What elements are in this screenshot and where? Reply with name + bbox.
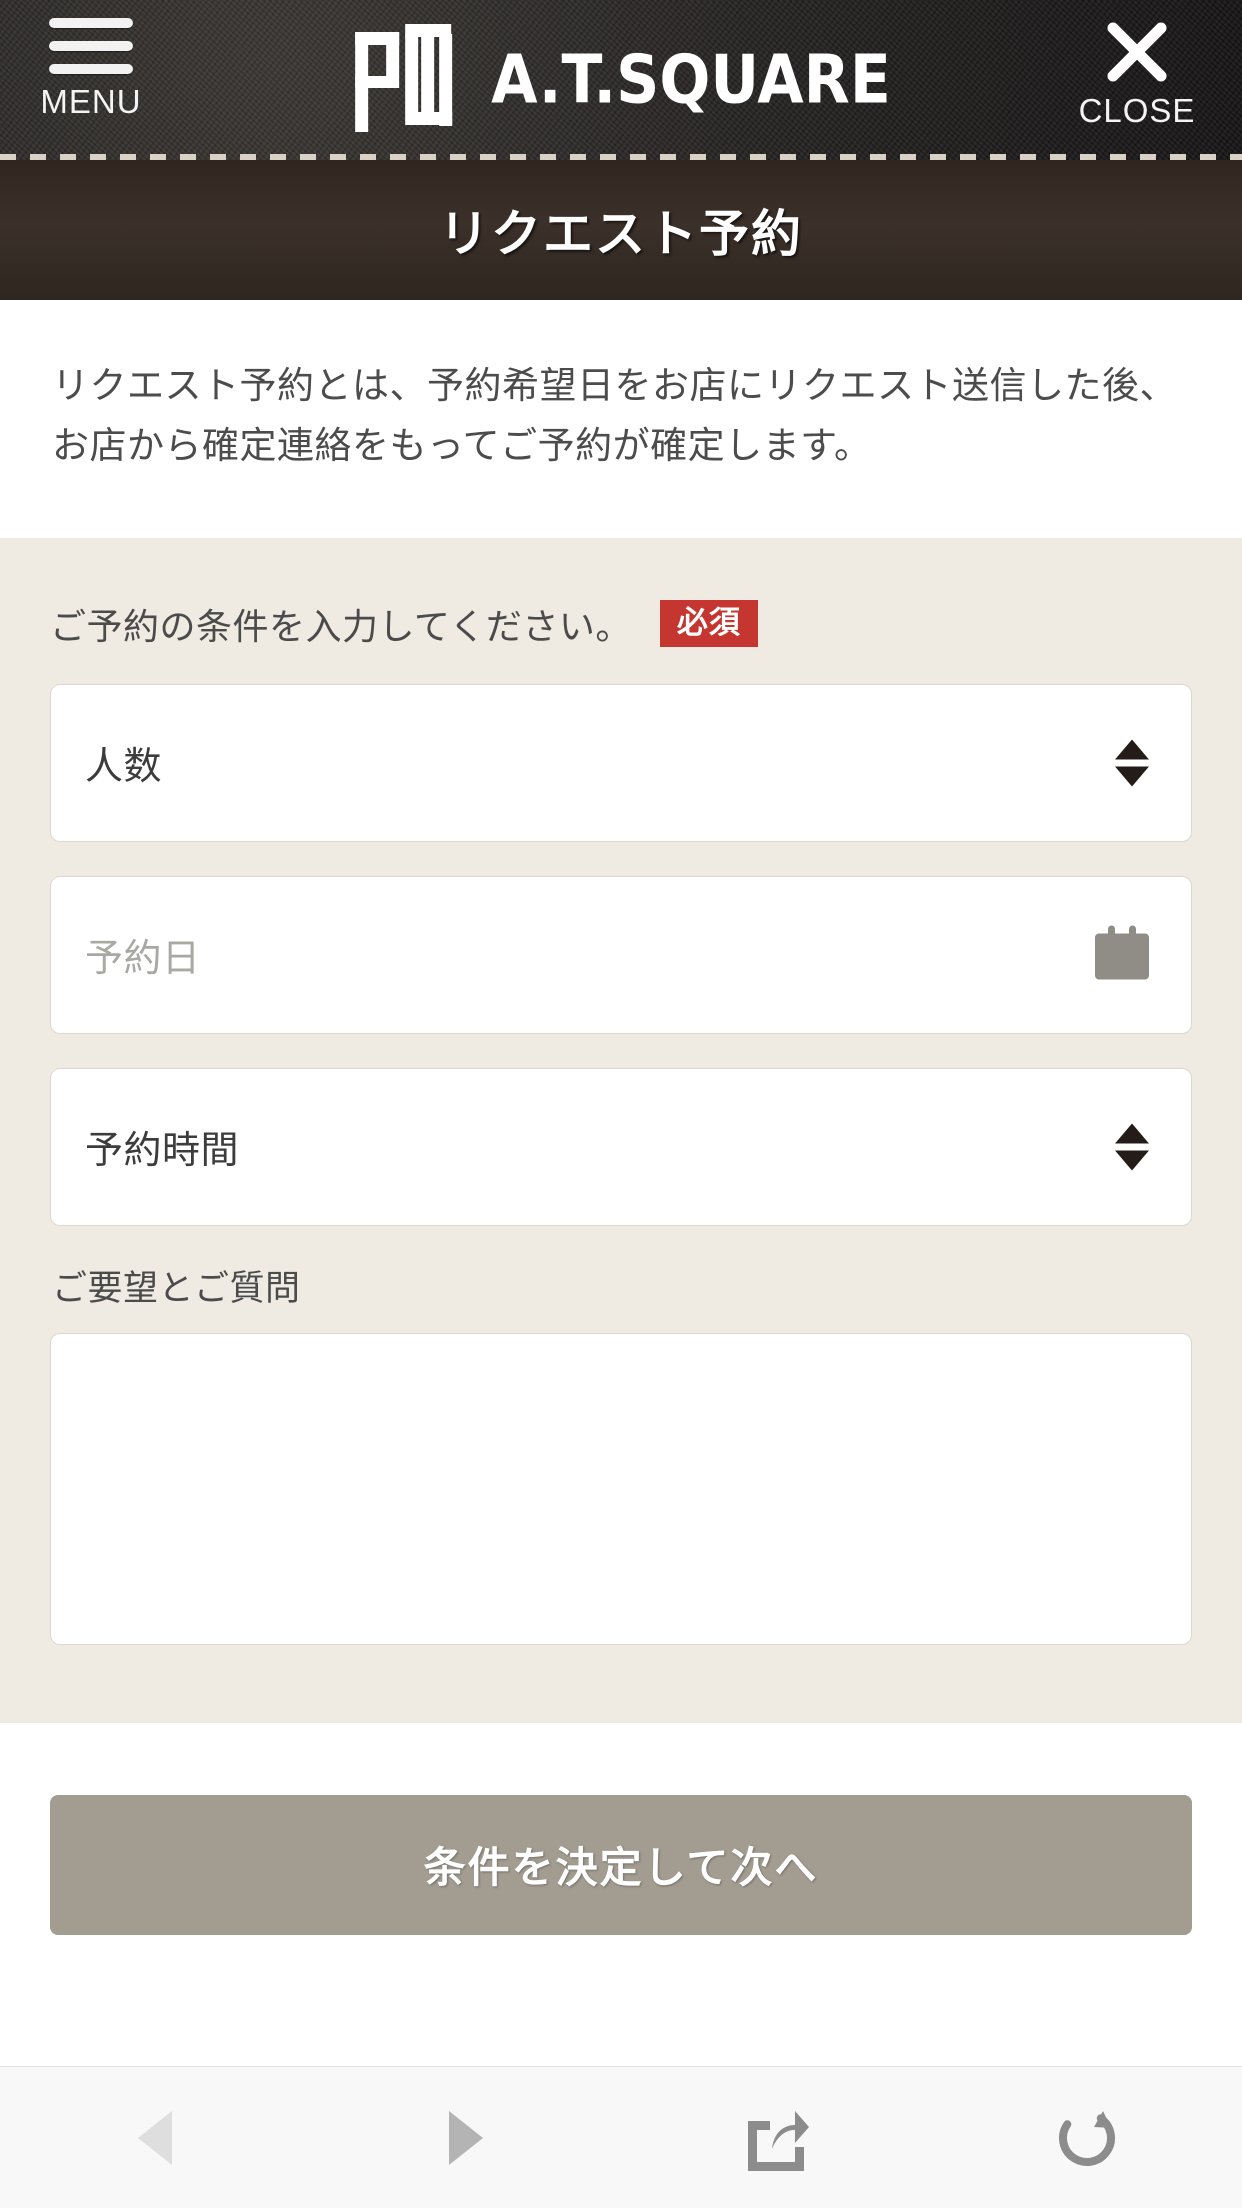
intro-text: リクエスト予約とは、予約希望日をお店にリクエスト送信した後、お店から確定連絡をも… xyxy=(52,365,1177,466)
close-button-label: CLOSE xyxy=(1078,92,1196,129)
page-title-band: リクエスト予約 xyxy=(0,160,1242,300)
close-icon xyxy=(1107,22,1167,82)
site-header: MENU A.T.SQUARE CLOSE xyxy=(0,0,1242,160)
reservation-date-input[interactable]: 予約日 xyxy=(50,875,1192,1034)
requests-textarea[interactable] xyxy=(50,1332,1192,1645)
brand-text: A.T.SQUARE xyxy=(491,40,891,120)
browser-toolbar xyxy=(0,2066,1242,2208)
intro-section: リクエスト予約とは、予約希望日をお店にリクエスト送信した後、お店から確定連絡をも… xyxy=(0,300,1242,538)
app-screen: MENU A.T.SQUARE CLOSE リクエスト予約 リクエスト予約とは、… xyxy=(0,0,1242,2208)
requests-label: ご要望とご質問 xyxy=(52,1268,301,1308)
hamburger-icon xyxy=(49,18,133,74)
calendar-icon[interactable] xyxy=(1093,923,1151,986)
at-monogram-logo-icon xyxy=(355,24,453,132)
submit-section: 条件を決定して次へ xyxy=(0,1722,1242,2009)
back-triangle-icon xyxy=(138,2110,173,2165)
reservation-time-select[interactable]: 予約時間 xyxy=(50,1067,1192,1226)
reload-button[interactable] xyxy=(932,2067,1242,2208)
required-badge: 必須 xyxy=(659,600,758,648)
reload-icon xyxy=(1058,2110,1115,2166)
reservation-time-stepper-icon[interactable] xyxy=(1115,1123,1149,1171)
forward-button[interactable] xyxy=(311,2067,622,2208)
menu-button[interactable]: MENU xyxy=(30,18,152,118)
share-button[interactable] xyxy=(621,2067,932,2208)
share-icon xyxy=(748,2110,810,2171)
menu-button-label: MENU xyxy=(40,83,142,120)
form-section-label: ご予約の条件を入力してください。 xyxy=(50,605,632,647)
close-button[interactable]: CLOSE xyxy=(1062,16,1212,127)
back-button[interactable] xyxy=(0,2067,311,2208)
reservation-form: ご予約の条件を入力してください。 必須 人数 予約日 予約時間 ご要望とご質問 xyxy=(0,537,1242,1723)
submit-button[interactable]: 条件を決定して次へ xyxy=(50,1794,1192,1935)
party-size-value: 人数 xyxy=(85,746,163,789)
required-row: ご予約の条件を入力してください。 必須 xyxy=(50,598,1192,650)
party-size-stepper-icon[interactable] xyxy=(1115,739,1149,787)
reservation-time-value: 予約時間 xyxy=(85,1130,240,1173)
forward-triangle-icon xyxy=(448,2110,483,2165)
brand-logo[interactable]: A.T.SQUARE xyxy=(351,24,891,136)
reservation-date-placeholder: 予約日 xyxy=(85,938,201,981)
party-size-select[interactable]: 人数 xyxy=(50,683,1192,842)
page-title: リクエスト予約 xyxy=(439,206,803,262)
